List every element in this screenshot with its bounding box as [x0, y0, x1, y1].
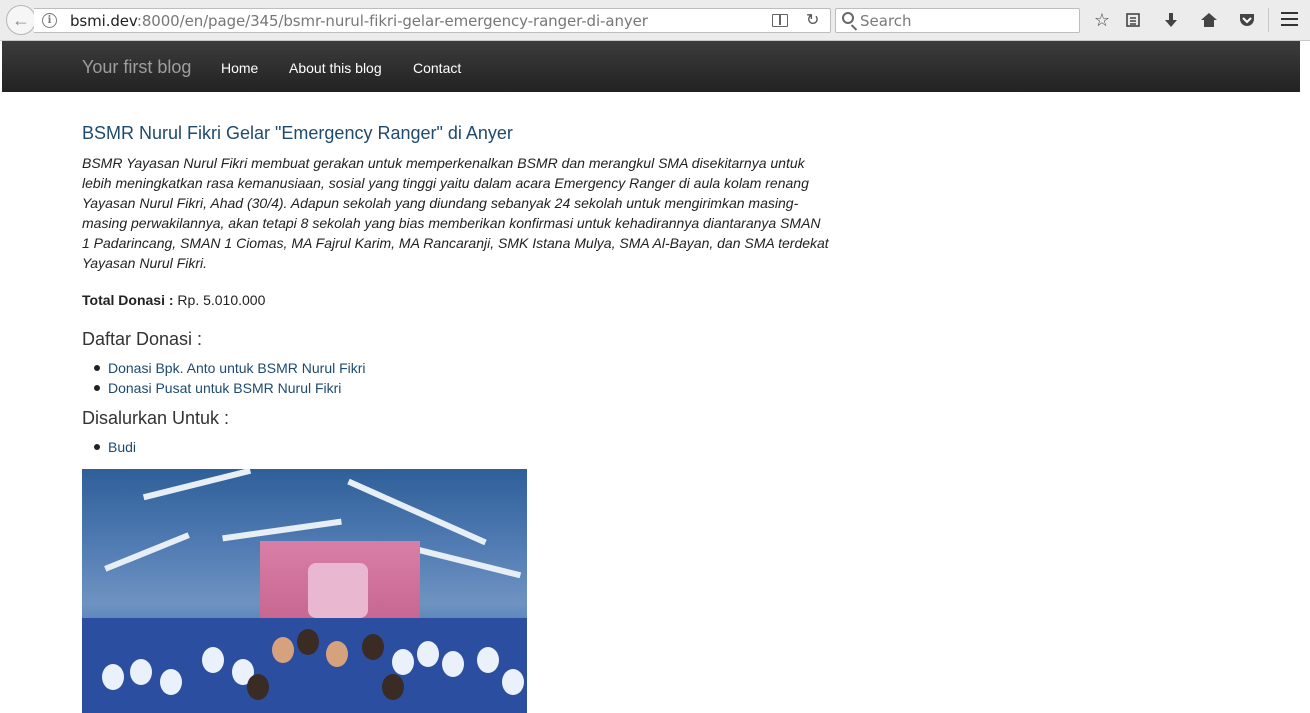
back-button[interactable]: ← — [6, 5, 36, 35]
pocket-icon[interactable] — [1236, 9, 1258, 31]
donation-link[interactable]: Donasi Pusat untuk BSMR Nurul Fikri — [108, 380, 341, 396]
site-brand[interactable]: Your first blog — [82, 57, 191, 78]
nav-link-home[interactable]: Home — [221, 60, 258, 76]
list-item: Donasi Bpk. Anto untuk BSMR Nurul Fikri — [94, 358, 842, 378]
total-donation-label: Total Donasi : — [82, 292, 174, 308]
reader-view-icon[interactable] — [772, 14, 788, 27]
donations-heading: Daftar Donasi : — [82, 329, 203, 349]
recipient-link[interactable]: Budi — [108, 439, 136, 455]
search-box[interactable] — [835, 8, 1080, 33]
post-title: BSMR Nurul Fikri Gelar "Emergency Ranger… — [82, 123, 513, 143]
donation-link[interactable]: Donasi Bpk. Anto untuk BSMR Nurul Fikri — [108, 360, 366, 376]
url-text[interactable]: bsmi.dev:8000/en/page/345/bsmr-nurul-fik… — [70, 12, 648, 30]
browser-toolbar: ← i bsmi.dev:8000/en/page/345/bsmr-nurul… — [0, 0, 1310, 41]
list-item: Budi — [94, 437, 842, 457]
info-icon[interactable]: i — [42, 13, 57, 28]
search-icon — [842, 12, 854, 24]
bookmarks-library-icon[interactable] — [1122, 9, 1144, 31]
reload-icon[interactable]: ↻ — [806, 10, 819, 30]
list-item: Donasi Pusat untuk BSMR Nurul Fikri — [94, 378, 842, 398]
url-path: :8000/en/page/345/bsmr-nurul-fikri-gelar… — [136, 12, 648, 30]
toolbar-divider — [1268, 8, 1269, 32]
nav-link-about[interactable]: About this blog — [289, 60, 382, 76]
distributed-heading: Disalurkan Untuk : — [82, 408, 230, 428]
address-bar[interactable]: i bsmi.dev:8000/en/page/345/bsmr-nurul-f… — [34, 8, 831, 33]
total-donation-value: Rp. 5.010.000 — [177, 292, 266, 308]
donations-list: Donasi Bpk. Anto untuk BSMR Nurul Fikri … — [82, 358, 842, 398]
bookmark-star-icon[interactable]: ☆ — [1091, 9, 1113, 31]
download-icon[interactable] — [1160, 9, 1182, 31]
search-input[interactable] — [860, 11, 1070, 31]
site-navbar: Your first blog Home About this blog Con… — [2, 41, 1300, 92]
total-donation: Total Donasi : Rp. 5.010.000 — [82, 290, 842, 310]
event-photo — [82, 469, 527, 713]
nav-link-contact[interactable]: Contact — [413, 60, 461, 76]
recipients-list: Budi — [82, 437, 842, 457]
post-content: BSMR Nurul Fikri Gelar "Emergency Ranger… — [82, 120, 842, 457]
hamburger-menu-icon[interactable] — [1281, 12, 1298, 30]
arrow-left-icon: ← — [12, 9, 30, 30]
url-host: bsmi.dev — [70, 12, 137, 30]
home-icon[interactable] — [1198, 9, 1220, 31]
post-excerpt: BSMR Yayasan Nurul Fikri membuat gerakan… — [82, 155, 829, 271]
